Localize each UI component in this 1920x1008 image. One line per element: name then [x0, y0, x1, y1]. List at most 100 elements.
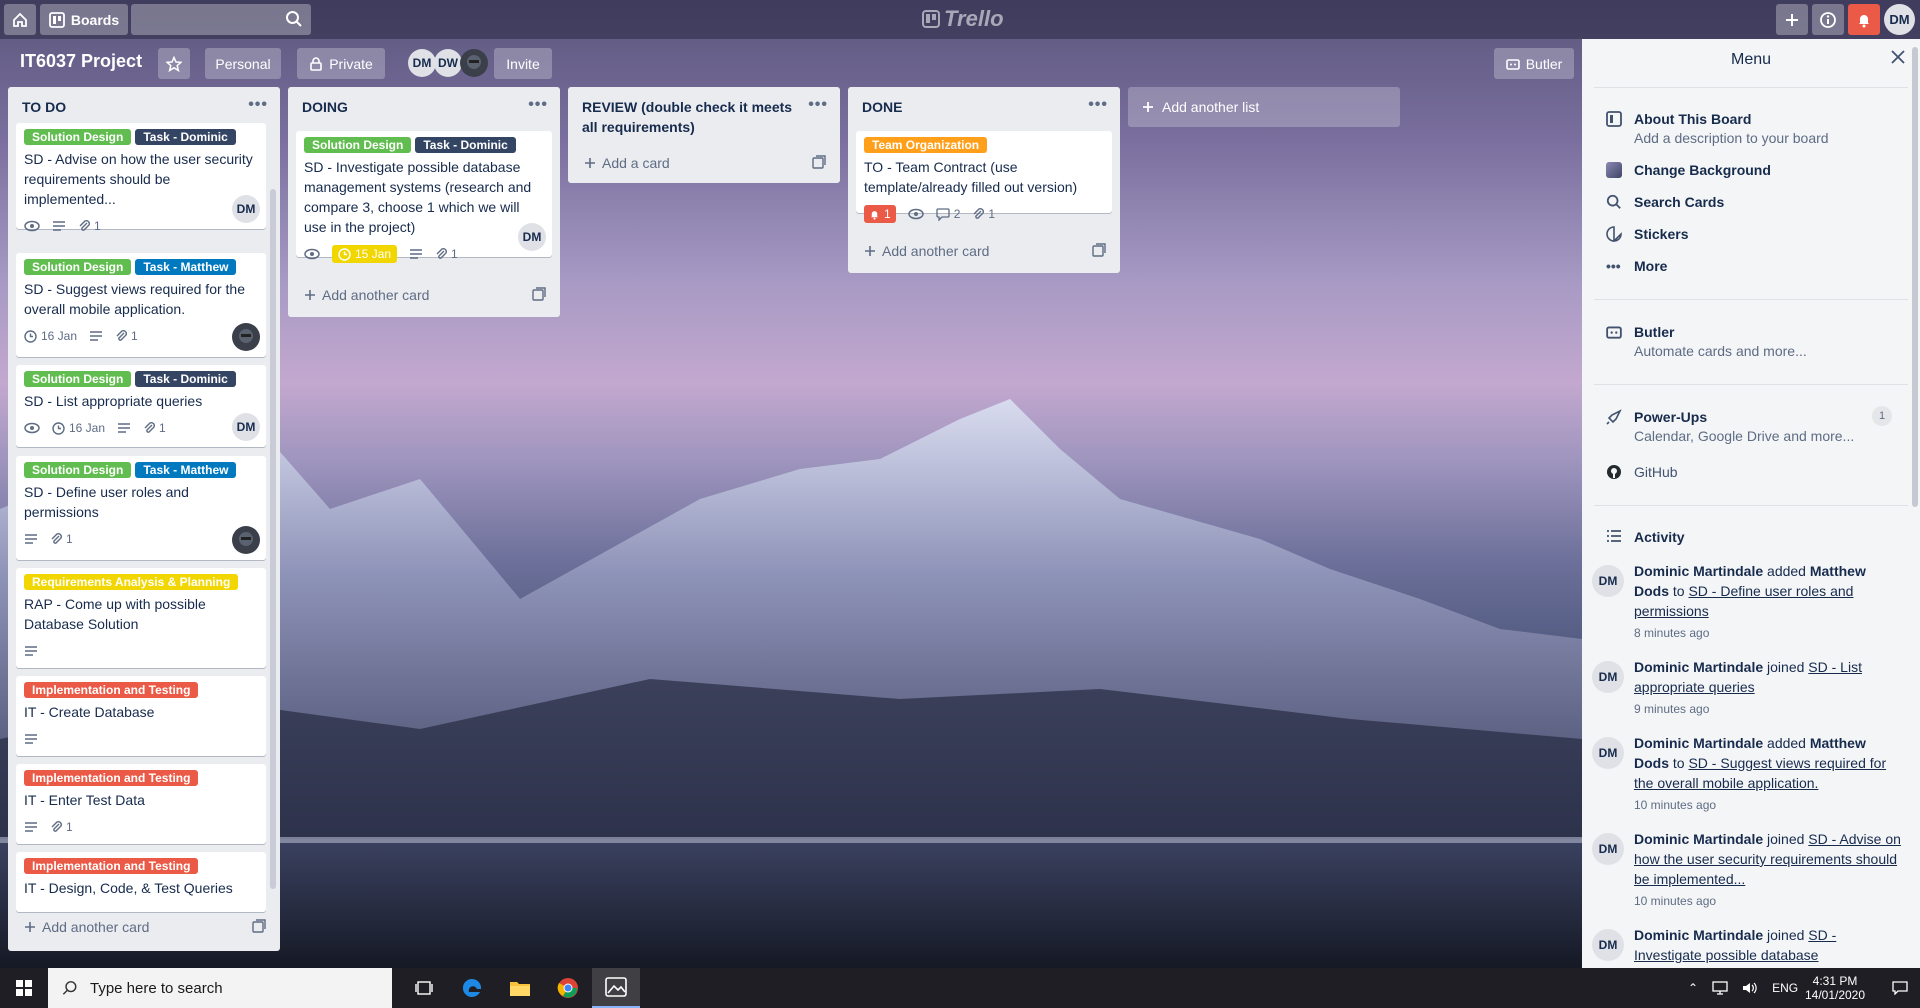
- trello-logo[interactable]: Trello: [922, 6, 1004, 32]
- photos-taskbar-button[interactable]: [592, 968, 640, 1008]
- menu-more[interactable]: ••• More: [1606, 258, 1896, 274]
- activity-time[interactable]: 10 minutes ago: [1634, 891, 1902, 911]
- list-done: DONE ••• Team Organization TO - Team Con…: [848, 87, 1120, 273]
- add-card-button[interactable]: Add a card: [576, 149, 832, 177]
- card-template-icon[interactable]: [1092, 243, 1106, 257]
- activity-avatar[interactable]: DM: [1592, 737, 1624, 769]
- menu-stickers[interactable]: Stickers: [1606, 226, 1896, 242]
- activity-header[interactable]: Activity: [1606, 529, 1896, 545]
- list-menu-icon[interactable]: •••: [808, 95, 828, 115]
- add-card-button[interactable]: Add another card: [16, 913, 272, 941]
- star-board-button[interactable]: [158, 48, 190, 79]
- card-label: Solution Design: [304, 137, 412, 153]
- user-avatar[interactable]: DM: [1884, 4, 1915, 35]
- card-template-icon[interactable]: [532, 287, 546, 301]
- add-card-label: Add a card: [602, 155, 670, 171]
- due-date-badge[interactable]: 15 Jan: [332, 245, 398, 263]
- menu-power-ups[interactable]: Power-Ups Calendar, Google Drive and more…: [1606, 409, 1896, 444]
- taskbar-search-input[interactable]: Type here to search: [48, 968, 392, 1008]
- card-to-team-contract[interactable]: Team Organization TO - Team Contract (us…: [856, 131, 1112, 223]
- add-card-button[interactable]: Add another card: [296, 281, 552, 309]
- privacy-button[interactable]: Private: [297, 48, 385, 79]
- card-rap-database-solution[interactable]: Requirements Analysis & Planning RAP - C…: [16, 568, 266, 668]
- card-member-avatar[interactable]: DM: [232, 413, 260, 441]
- card-member-avatar[interactable]: [232, 526, 260, 554]
- notifications-button[interactable]: [1848, 4, 1880, 35]
- card-member-avatar[interactable]: DM: [518, 223, 546, 251]
- list-header-todo[interactable]: TO DO •••: [8, 87, 280, 127]
- card-sd-investigate-dbms[interactable]: Solution Design Task - Dominic SD - Inves…: [296, 131, 552, 263]
- list-header-done[interactable]: DONE •••: [848, 87, 1120, 127]
- menu-github[interactable]: GitHub: [1606, 464, 1896, 480]
- language-indicator[interactable]: ENG: [1772, 981, 1798, 995]
- add-list-button[interactable]: Add another list: [1128, 87, 1400, 127]
- team-visibility-button[interactable]: Personal: [205, 48, 281, 79]
- activity-avatar[interactable]: DM: [1592, 929, 1624, 961]
- card-template-icon[interactable]: [252, 919, 266, 933]
- activity-user[interactable]: Dominic Martindale: [1634, 927, 1763, 943]
- member-avatar-dm[interactable]: DM: [408, 49, 436, 77]
- info-button[interactable]: [1812, 4, 1844, 35]
- file-explorer-button[interactable]: [496, 968, 544, 1008]
- list-title[interactable]: REVIEW (double check it meets all requir…: [582, 99, 792, 135]
- list-menu-icon[interactable]: •••: [1088, 95, 1108, 115]
- card-sd-list-queries[interactable]: Solution Design Task - Dominic SD - List …: [16, 365, 266, 447]
- activity-user[interactable]: Dominic Martindale: [1634, 563, 1763, 579]
- activity-time[interactable]: 9 minutes ago: [1634, 699, 1902, 719]
- menu-about-board[interactable]: About This Board Add a description to you…: [1606, 111, 1896, 146]
- board-search-input[interactable]: [131, 4, 311, 35]
- card-it-create-database[interactable]: Implementation and Testing IT - Create D…: [16, 676, 266, 756]
- clock[interactable]: 4:31 PM 14/01/2020: [1800, 968, 1870, 1008]
- home-button[interactable]: [4, 4, 36, 35]
- list-header-review[interactable]: REVIEW (double check it meets all requir…: [568, 87, 840, 147]
- card-it-design-queries[interactable]: Implementation and Testing IT - Design, …: [16, 852, 266, 912]
- card-member-avatar[interactable]: [232, 323, 260, 351]
- invite-button[interactable]: Invite: [494, 48, 552, 79]
- butler-button[interactable]: Butler: [1494, 48, 1574, 79]
- add-card-button[interactable]: Add another card: [856, 237, 1112, 265]
- activity-avatar[interactable]: DM: [1592, 833, 1624, 865]
- card-sd-advise[interactable]: Solution Design Task - Dominic SD - Advis…: [16, 123, 266, 233]
- card-it-enter-test-data[interactable]: Implementation and Testing IT - Enter Te…: [16, 764, 266, 844]
- boards-button[interactable]: Boards: [40, 4, 128, 35]
- card-member-avatar[interactable]: DM: [232, 195, 260, 223]
- list-menu-icon[interactable]: •••: [528, 95, 548, 115]
- member-avatar-dw[interactable]: DW: [434, 49, 462, 77]
- card-template-icon[interactable]: [812, 155, 826, 169]
- activity-time[interactable]: 8 minutes ago: [1634, 623, 1902, 643]
- network-icon[interactable]: [1712, 981, 1728, 995]
- volume-icon[interactable]: [1742, 981, 1758, 995]
- activity-user[interactable]: Dominic Martindale: [1634, 659, 1763, 675]
- card-sd-define-roles[interactable]: Solution Design Task - Matthew SD - Defin…: [16, 456, 266, 560]
- start-button[interactable]: [0, 968, 48, 1008]
- description-icon: [24, 821, 38, 833]
- list-menu-icon[interactable]: •••: [248, 95, 268, 115]
- edge-taskbar-button[interactable]: [448, 968, 496, 1008]
- list-title[interactable]: DOING: [302, 99, 348, 115]
- board-icon: [1606, 111, 1622, 127]
- close-icon[interactable]: [1890, 49, 1906, 65]
- github-icon: [1607, 465, 1621, 479]
- list-header-doing[interactable]: DOING •••: [288, 87, 560, 127]
- chrome-taskbar-button[interactable]: [544, 968, 592, 1008]
- activity-avatar[interactable]: DM: [1592, 661, 1624, 693]
- card-sd-suggest-views[interactable]: Solution Design Task - Matthew SD - Sugge…: [16, 253, 266, 357]
- menu-scrollbar[interactable]: [1912, 47, 1918, 507]
- action-center-button[interactable]: [1880, 968, 1920, 1008]
- list-title[interactable]: TO DO: [22, 99, 66, 115]
- task-view-button[interactable]: [400, 968, 448, 1008]
- create-button[interactable]: [1776, 4, 1808, 35]
- menu-butler[interactable]: Butler Automate cards and more...: [1606, 324, 1896, 359]
- activity-user[interactable]: Dominic Martindale: [1634, 831, 1763, 847]
- activity-user[interactable]: Dominic Martindale: [1634, 735, 1763, 751]
- menu-item-title: About This Board: [1634, 111, 1752, 127]
- activity-avatar[interactable]: DM: [1592, 565, 1624, 597]
- list-scrollbar[interactable]: [270, 189, 276, 889]
- list-title[interactable]: DONE: [862, 99, 902, 115]
- chevron-up-icon[interactable]: ⌃: [1688, 981, 1698, 995]
- activity-time[interactable]: 10 minutes ago: [1634, 795, 1902, 815]
- menu-change-background[interactable]: Change Background: [1606, 162, 1896, 178]
- menu-search-cards[interactable]: Search Cards: [1606, 194, 1896, 210]
- member-avatar-photo[interactable]: [460, 49, 488, 77]
- board-title[interactable]: IT6037 Project: [20, 51, 142, 72]
